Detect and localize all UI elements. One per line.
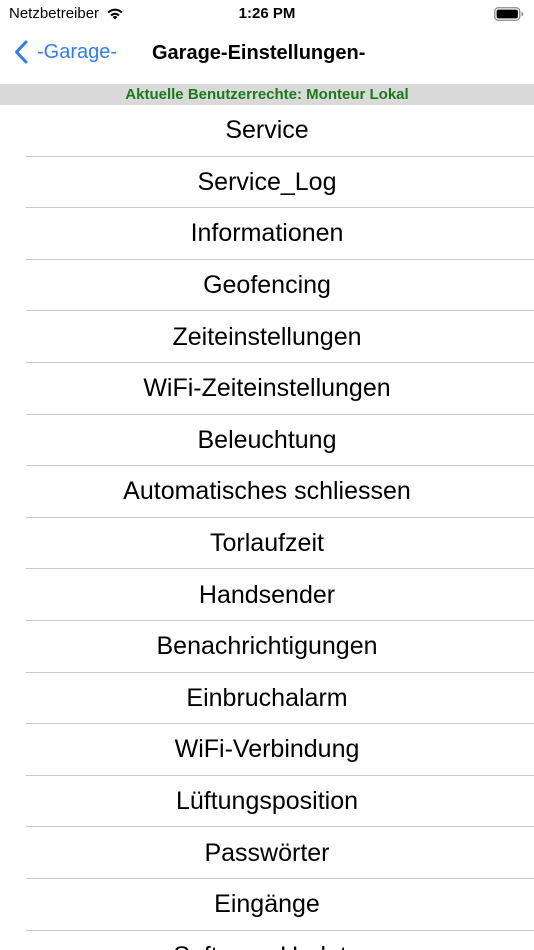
- back-button[interactable]: -Garage-: [14, 40, 117, 64]
- menu-item-wifi-verbindung[interactable]: WiFi-Verbindung: [0, 724, 534, 776]
- menu-item-einbruchalarm[interactable]: Einbruchalarm: [0, 673, 534, 725]
- navigation-bar: -Garage- Garage-Einstellungen-: [0, 30, 534, 82]
- status-bar: Netzbetreiber 1:26 PM: [0, 0, 534, 30]
- menu-item-service-log[interactable]: Service_Log: [0, 157, 534, 209]
- page-title: Garage-Einstellungen-: [152, 42, 366, 64]
- battery-icon: [494, 7, 524, 21]
- menu-item-geofencing[interactable]: Geofencing: [0, 260, 534, 312]
- settings-menu-list: Service Service_Log Informationen Geofen…: [0, 105, 534, 950]
- menu-item-handsender[interactable]: Handsender: [0, 569, 534, 621]
- menu-item-eingaenge[interactable]: Eingänge: [0, 879, 534, 931]
- menu-item-zeiteinstellungen[interactable]: Zeiteinstellungen: [0, 311, 534, 363]
- menu-item-wifi-zeiteinstellungen[interactable]: WiFi-Zeiteinstellungen: [0, 363, 534, 415]
- menu-item-passwoerter[interactable]: Passwörter: [0, 827, 534, 879]
- menu-item-service[interactable]: Service: [0, 105, 534, 157]
- menu-item-beleuchtung[interactable]: Beleuchtung: [0, 415, 534, 467]
- user-rights-banner: Aktuelle Benutzerrechte: Monteur Lokal: [0, 84, 534, 105]
- status-time: 1:26 PM: [238, 5, 296, 22]
- menu-item-software-update[interactable]: Software-Update: [0, 931, 534, 950]
- back-button-label: -Garage-: [37, 40, 118, 63]
- menu-item-torlaufzeit[interactable]: Torlaufzeit: [0, 518, 534, 570]
- menu-item-benachrichtigungen[interactable]: Benachrichtigungen: [0, 621, 534, 673]
- menu-item-automatisches-schliessen[interactable]: Automatisches schliessen: [0, 466, 534, 518]
- chevron-left-icon: [15, 40, 28, 64]
- menu-item-lueftungsposition[interactable]: Lüftungsposition: [0, 776, 534, 828]
- menu-item-informationen[interactable]: Informationen: [0, 208, 534, 260]
